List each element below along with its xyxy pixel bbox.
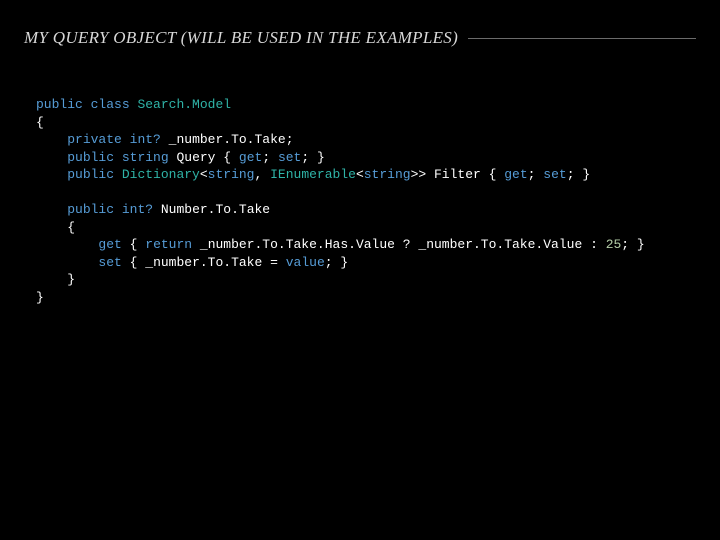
type-string: string: [364, 167, 411, 182]
kw-get: get: [504, 167, 527, 182]
brace-open: {: [36, 115, 44, 130]
kw-public: public: [67, 167, 114, 182]
field-number: _number.To.Take: [418, 237, 535, 252]
kw-set: set: [278, 150, 301, 165]
code-block: public class Search.Model { private int?…: [24, 96, 696, 307]
slide-title: MY QUERY OBJECT (WILL BE USED IN THE EXA…: [24, 28, 458, 48]
type-int-nullable: int?: [130, 132, 161, 147]
type-string: string: [122, 150, 169, 165]
type-string: string: [208, 167, 255, 182]
kw-public: public: [36, 97, 83, 112]
hasvalue: Has.Value: [325, 237, 395, 252]
literal-25: 25: [606, 237, 622, 252]
type-dictionary: Dictionary: [122, 167, 200, 182]
kw-set: set: [98, 255, 121, 270]
prop-number: Number.To.Take: [161, 202, 270, 217]
title-row: MY QUERY OBJECT (WILL BE USED IN THE EXA…: [24, 28, 696, 48]
kw-public: public: [67, 202, 114, 217]
prop-query: Query: [176, 150, 215, 165]
type-ienumerable: IEnumerable: [270, 167, 356, 182]
field-number: _number.To.Take: [169, 132, 286, 147]
prop-filter: Filter: [434, 167, 481, 182]
title-underline: [468, 38, 696, 39]
class-name: Search.Model: [137, 97, 231, 112]
brace-close: }: [36, 290, 44, 305]
kw-set: set: [543, 167, 566, 182]
kw-value: value: [286, 255, 325, 270]
kw-get: get: [98, 237, 121, 252]
kw-class: class: [91, 97, 130, 112]
kw-return: return: [145, 237, 192, 252]
kw-private: private: [67, 132, 122, 147]
type-int-nullable: int?: [122, 202, 153, 217]
value-suffix: Value: [543, 237, 582, 252]
slide: MY QUERY OBJECT (WILL BE USED IN THE EXA…: [0, 0, 720, 540]
kw-public: public: [67, 150, 114, 165]
field-number: _number.To.Take: [145, 255, 262, 270]
kw-get: get: [239, 150, 262, 165]
field-number: _number.To.Take: [200, 237, 317, 252]
